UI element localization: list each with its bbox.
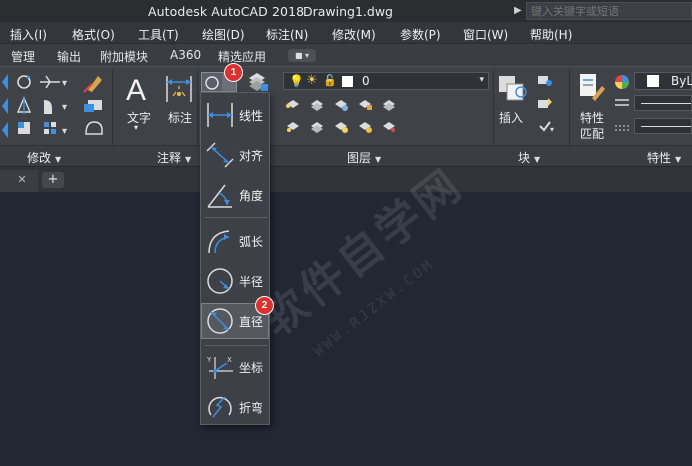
lightbulb-icon: 💡: [289, 74, 304, 88]
panel-title-layers[interactable]: 图层 ▼: [347, 149, 381, 166]
layer-color-swatch: [342, 76, 353, 87]
new-tab-button[interactable]: +: [42, 172, 64, 188]
menu-item-label: 对齐: [239, 149, 264, 163]
circle-icon: [205, 76, 219, 90]
menu-modify[interactable]: 修改(M): [332, 26, 376, 43]
svg-text:▾: ▾: [62, 78, 67, 89]
layer-stack-icon[interactable]: [245, 70, 269, 92]
menu-item-radius[interactable]: 半径: [201, 263, 269, 299]
file-name: Drawing1.dwg: [303, 4, 393, 19]
sun-icon: ☀: [306, 73, 318, 88]
svg-text:X: X: [227, 356, 232, 364]
aligned-dimension-icon: [206, 142, 234, 168]
tab-manage[interactable]: 管理: [11, 48, 35, 65]
chevron-down-icon[interactable]: ▾: [134, 123, 138, 132]
menu-dimension[interactable]: 标注(N): [266, 26, 308, 43]
insert-button-label[interactable]: 插入: [499, 109, 523, 126]
menu-item-label: 线性: [239, 109, 264, 123]
close-icon[interactable]: ✕: [14, 172, 30, 188]
menu-item-angular[interactable]: 角度: [201, 177, 269, 213]
svg-text:▾: ▾: [62, 102, 67, 113]
svg-text:▾: ▾: [550, 125, 554, 134]
menu-parametric[interactable]: 参数(P): [400, 26, 441, 43]
title-bar: Autodesk AutoCAD 2018 Drawing1.dwg ▶: [0, 0, 692, 22]
modify-tools-icon[interactable]: ▾ ▾ ▾: [0, 70, 110, 142]
text-icon[interactable]: A: [124, 72, 154, 104]
menu-item-aligned[interactable]: 对齐: [201, 137, 269, 173]
block-tools-icon[interactable]: ▾: [534, 72, 558, 138]
linetype-dropdown[interactable]: [634, 95, 692, 111]
ribbon-tab-bar: 管理 输出 附加模块 A360 精选应用 ■ ▾: [0, 44, 692, 66]
angular-dimension-icon: [207, 184, 232, 208]
svg-text:▾: ▾: [62, 126, 67, 137]
menu-format[interactable]: 格式(O): [72, 26, 115, 43]
arc-length-icon: [208, 230, 230, 254]
color-swatch: [647, 75, 659, 87]
layer-name: 0: [362, 74, 370, 88]
menu-insert[interactable]: 插入(I): [10, 26, 47, 43]
chevron-right-icon[interactable]: ▶: [514, 5, 522, 16]
menu-item-label: 角度: [239, 189, 264, 203]
panel-title-properties[interactable]: 特性 ▼: [647, 149, 681, 166]
menu-item-label: 直径: [239, 315, 264, 329]
menu-item-label: 折弯: [239, 401, 264, 415]
color-value: ByL: [671, 74, 692, 88]
layer-dropdown[interactable]: 💡 ☀ 🔓 0 ▾: [283, 72, 489, 90]
insert-block-icon[interactable]: [497, 72, 529, 104]
panel-title-block[interactable]: 块 ▼: [518, 149, 540, 166]
ribbon-toggle-button[interactable]: ■ ▾: [288, 49, 316, 62]
lineweight-dropdown[interactable]: [634, 118, 692, 134]
dimension-dropdown-menu: 线性 对齐 角度 弧长 半径 直径 Y X 坐标 折弯: [200, 92, 270, 425]
dimension-button-label[interactable]: 标注: [168, 109, 192, 126]
menu-item-label: 弧长: [239, 235, 264, 249]
layer-tools-icon[interactable]: [283, 96, 403, 140]
menu-bar: 插入(I) 格式(O) 工具(T) 绘图(D) 标注(N) 修改(M) 参数(P…: [0, 22, 692, 44]
tab-featured-apps[interactable]: 精选应用: [218, 48, 266, 65]
menu-item-ordinate[interactable]: Y X 坐标: [201, 349, 269, 385]
step-badge-2: 2: [256, 297, 273, 314]
text-button-label[interactable]: 文字: [127, 109, 151, 126]
properties-label-bottom[interactable]: 匹配: [580, 125, 604, 142]
dimension-icon[interactable]: [164, 74, 194, 104]
color-dropdown[interactable]: ByL: [634, 72, 692, 90]
properties-label-top[interactable]: 特性: [580, 109, 604, 126]
match-properties-icon[interactable]: [578, 72, 606, 106]
tab-output[interactable]: 输出: [57, 48, 81, 65]
panel-title-annotation[interactable]: 注释 ▼: [157, 149, 191, 166]
menu-help[interactable]: 帮助(H): [530, 26, 572, 43]
search-input[interactable]: [526, 2, 692, 20]
menu-separator: [205, 345, 267, 346]
app-title: Autodesk AutoCAD 2018: [148, 4, 305, 19]
panel-title-modify[interactable]: 修改 ▼: [27, 149, 61, 166]
menu-draw[interactable]: 绘图(D): [202, 26, 245, 43]
file-tab-strip: ✕ +: [0, 166, 692, 193]
property-toggles-icon[interactable]: [612, 72, 632, 138]
menu-separator: [205, 217, 267, 218]
step-badge-1: 1: [225, 64, 242, 81]
radius-icon: [207, 268, 233, 294]
menu-item-jogged[interactable]: 折弯: [201, 389, 269, 425]
menu-window[interactable]: 窗口(W): [463, 26, 508, 43]
linear-dimension-icon: [207, 103, 233, 127]
ordinate-icon: Y X: [206, 356, 233, 379]
menu-item-label: 坐标: [239, 361, 264, 375]
diameter-icon: [207, 308, 233, 334]
svg-text:Y: Y: [206, 356, 212, 364]
menu-item-label: 半径: [239, 275, 264, 289]
ribbon-footer: 修改 ▼ 注释 ▼ 图层 ▼ 块 ▼ 特性 ▼: [0, 145, 692, 166]
menu-tools[interactable]: 工具(T): [138, 26, 179, 43]
jogged-icon: [208, 396, 232, 418]
menu-item-arc-length[interactable]: 弧长: [201, 223, 269, 259]
tab-addins[interactable]: 附加模块: [100, 48, 148, 65]
tab-a360[interactable]: A360: [170, 48, 201, 62]
menu-item-linear[interactable]: 线性: [201, 97, 269, 133]
lock-icon: 🔓: [323, 74, 337, 87]
svg-text:A: A: [126, 74, 146, 104]
chevron-down-icon: ▾: [479, 75, 484, 85]
